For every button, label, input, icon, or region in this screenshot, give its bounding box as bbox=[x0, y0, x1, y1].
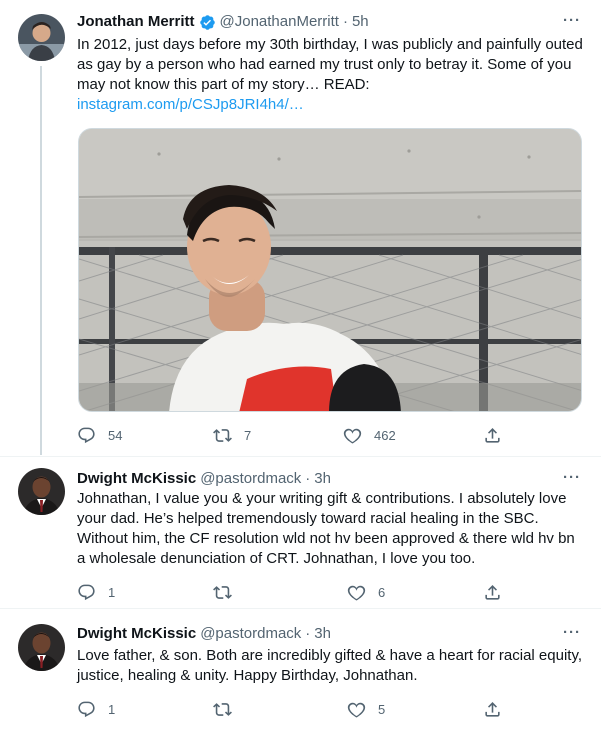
display-name[interactable]: Dwight McKissic bbox=[77, 624, 196, 644]
retweet-icon bbox=[213, 585, 232, 599]
tweet-link[interactable]: instagram.com/p/CSJp8JRI4h4/… bbox=[77, 96, 304, 113]
timestamp[interactable]: 3h bbox=[314, 624, 331, 644]
retweet-button[interactable] bbox=[213, 582, 244, 602]
reply-icon bbox=[78, 427, 95, 443]
share-icon bbox=[485, 427, 500, 443]
reply-icon bbox=[78, 584, 95, 600]
avatar[interactable] bbox=[18, 468, 65, 515]
tweet-body: In 2012, just days before my 30th birthd… bbox=[77, 36, 583, 93]
like-icon bbox=[347, 585, 366, 600]
verified-badge-icon bbox=[199, 14, 216, 31]
retweet-button[interactable] bbox=[213, 699, 244, 719]
display-name[interactable]: Dwight McKissic bbox=[77, 469, 196, 489]
tweet-body: Johnathan, I value you & your writing gi… bbox=[77, 490, 575, 567]
retweet-icon bbox=[213, 428, 232, 442]
reply-count: 1 bbox=[108, 584, 116, 600]
tweet-text: Love father, & son. Both are incredibly … bbox=[77, 646, 587, 686]
more-icon[interactable]: ··· bbox=[561, 470, 583, 488]
retweet-button[interactable]: 7 bbox=[213, 425, 251, 445]
tweet-header: Dwight McKissic @pastordmack · 3h bbox=[77, 469, 331, 489]
reply-count: 1 bbox=[108, 701, 116, 717]
share-button[interactable] bbox=[483, 582, 502, 602]
tweet-3[interactable]: Dwight McKissic @pastordmack · 3h ··· Lo… bbox=[0, 609, 601, 731]
retweet-count: 7 bbox=[244, 427, 252, 443]
avatar[interactable] bbox=[18, 14, 65, 61]
reply-button[interactable]: 1 bbox=[77, 582, 115, 602]
tweet-header: Jonathan Merritt @JonathanMerritt · 5h bbox=[77, 12, 369, 32]
like-icon bbox=[347, 702, 366, 717]
tweet-body: Love father, & son. Both are incredibly … bbox=[77, 647, 583, 684]
like-count: 462 bbox=[374, 427, 396, 443]
like-button[interactable]: 6 bbox=[347, 582, 385, 602]
tweet-header: Dwight McKissic @pastordmack · 3h bbox=[77, 624, 331, 644]
tweet-actions: 1 5 bbox=[77, 699, 507, 719]
separator: · bbox=[305, 625, 311, 642]
separator: · bbox=[305, 470, 311, 487]
reply-icon bbox=[78, 701, 95, 717]
retweet-icon bbox=[213, 702, 232, 716]
display-name[interactable]: Jonathan Merritt bbox=[77, 12, 195, 32]
handle[interactable]: @JonathanMerritt bbox=[220, 12, 339, 32]
more-icon[interactable]: ··· bbox=[561, 13, 583, 31]
tweet-1[interactable]: Jonathan Merritt @JonathanMerritt · 5h ·… bbox=[0, 0, 601, 455]
separator: · bbox=[342, 13, 348, 30]
timestamp[interactable]: 5h bbox=[352, 12, 369, 32]
tweet-actions: 54 7 462 bbox=[77, 425, 507, 445]
handle[interactable]: @pastordmack bbox=[200, 624, 301, 644]
thread-line bbox=[40, 66, 42, 455]
share-icon bbox=[485, 584, 500, 600]
tweet-text: Johnathan, I value you & your writing gi… bbox=[77, 489, 587, 569]
reply-button[interactable]: 54 bbox=[77, 425, 122, 445]
handle[interactable]: @pastordmack bbox=[200, 469, 301, 489]
reply-count: 54 bbox=[108, 427, 123, 443]
like-count: 5 bbox=[378, 701, 386, 717]
avatar[interactable] bbox=[18, 624, 65, 671]
share-button[interactable] bbox=[483, 425, 502, 445]
timestamp[interactable]: 3h bbox=[314, 469, 331, 489]
like-button[interactable]: 5 bbox=[347, 699, 385, 719]
tweet-actions: 1 6 bbox=[77, 582, 507, 602]
tweet-text: In 2012, just days before my 30th birthd… bbox=[77, 35, 587, 115]
more-icon[interactable]: ··· bbox=[561, 625, 583, 643]
like-count: 6 bbox=[378, 584, 386, 600]
share-button[interactable] bbox=[483, 699, 502, 719]
reply-button[interactable]: 1 bbox=[77, 699, 115, 719]
share-icon bbox=[485, 701, 500, 717]
like-button[interactable]: 462 bbox=[343, 425, 396, 445]
like-icon bbox=[343, 428, 362, 443]
tweet-2[interactable]: Dwight McKissic @pastordmack · 3h ··· Jo… bbox=[0, 457, 601, 607]
tweet-photo[interactable] bbox=[78, 128, 582, 412]
